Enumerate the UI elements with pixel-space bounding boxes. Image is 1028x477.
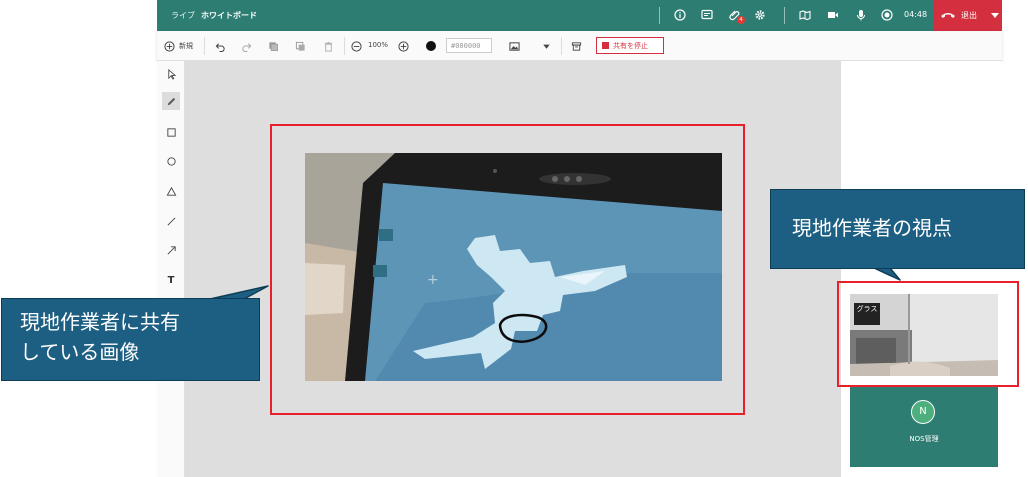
whiteboard-tab[interactable]: ホワイトボード xyxy=(201,10,257,21)
zoom-out-icon[interactable] xyxy=(349,39,363,53)
pen-icon[interactable] xyxy=(162,92,180,110)
image-icon[interactable] xyxy=(507,39,521,53)
caret-down-icon[interactable] xyxy=(539,39,553,53)
delete-icon[interactable] xyxy=(321,39,335,53)
callout-text-line: している画像 xyxy=(20,340,140,364)
color-swatch[interactable] xyxy=(426,41,436,51)
divider xyxy=(784,7,785,24)
zoom-level: 100% xyxy=(368,41,389,49)
divider xyxy=(561,37,562,55)
zoom-in-icon[interactable] xyxy=(396,39,410,53)
circle-icon[interactable] xyxy=(162,152,180,170)
text-icon[interactable]: T xyxy=(162,271,180,289)
archive-icon[interactable] xyxy=(569,39,583,53)
chevron-down-icon[interactable] xyxy=(990,10,1000,20)
video-icon[interactable] xyxy=(826,8,840,22)
notification-badge: 4 xyxy=(737,16,745,24)
live-tab[interactable]: ライブ xyxy=(171,10,195,21)
line-icon[interactable] xyxy=(162,212,180,230)
callout-text-line: 現地作業者の視点 xyxy=(792,216,952,240)
svg-text:+: + xyxy=(427,272,439,288)
leave-label: 退出 xyxy=(961,11,977,20)
top-bar: ライブ ホワイトボード 4 04:48 退出 xyxy=(157,0,1002,31)
divider xyxy=(344,37,345,55)
avatar: N xyxy=(911,400,935,424)
participants-panel: グラス N NOS管理 xyxy=(841,61,1002,477)
copy-icon[interactable] xyxy=(266,39,280,53)
drawing-tool-palette: T xyxy=(157,61,185,477)
add-circle-icon[interactable] xyxy=(162,39,176,53)
divider xyxy=(204,37,205,55)
stop-sharing-button[interactable]: 共有を停止 xyxy=(596,37,664,54)
color-hex-input[interactable]: #000000 xyxy=(446,38,492,53)
settings-icon[interactable] xyxy=(753,8,767,22)
participant-name: NOS管理 xyxy=(909,435,939,443)
select-cursor-icon[interactable] xyxy=(162,65,180,83)
participant-tile[interactable]: N NOS管理 xyxy=(850,387,998,467)
callout-text-line: 現地作業者に共有 xyxy=(20,310,180,334)
whiteboard-toolbar: 新規 100% #000000 共有を停止 xyxy=(157,31,1002,61)
redo-icon[interactable] xyxy=(239,39,253,53)
rectangle-icon[interactable] xyxy=(162,123,180,141)
info-icon[interactable] xyxy=(673,8,687,22)
map-icon[interactable] xyxy=(798,8,812,22)
leave-button[interactable]: 退出 xyxy=(934,0,1002,31)
stop-icon xyxy=(602,42,609,49)
shared-photo: + xyxy=(305,153,722,381)
camera-source-label: グラス xyxy=(854,303,880,325)
call-timer: 04:48 xyxy=(904,10,928,19)
record-icon[interactable] xyxy=(880,8,894,22)
chat-icon[interactable] xyxy=(700,8,714,22)
viewpoint-callout: 現地作業者の視点 xyxy=(770,189,1025,269)
remote-camera-view[interactable]: グラス xyxy=(850,294,998,376)
triangle-icon[interactable] xyxy=(162,182,180,200)
arrow-icon[interactable] xyxy=(162,241,180,259)
new-button[interactable]: 新規 xyxy=(179,41,193,51)
shared-image-callout: 現地作業者に共有 している画像 xyxy=(1,298,260,381)
hangup-icon xyxy=(941,13,955,18)
undo-icon[interactable] xyxy=(213,39,227,53)
shared-image[interactable]: + xyxy=(305,153,722,381)
duplicate-icon[interactable] xyxy=(293,39,307,53)
microphone-icon[interactable] xyxy=(854,8,868,22)
divider xyxy=(659,7,660,24)
stop-sharing-label: 共有を停止 xyxy=(613,42,648,50)
